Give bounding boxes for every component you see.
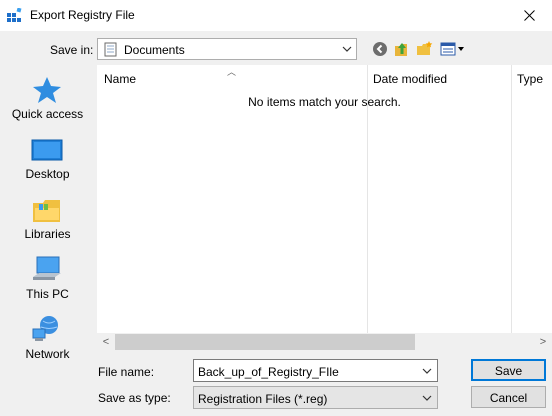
cancel-button[interactable]: Cancel — [471, 386, 546, 408]
column-header-name[interactable]: Name — [104, 65, 136, 89]
chevron-down-icon — [342, 46, 352, 52]
file-list[interactable]: ︿ Name Date modified Type No items match… — [97, 65, 552, 351]
save-in-label: Save in: — [50, 43, 94, 57]
place-label: Network — [25, 347, 70, 361]
back-button[interactable] — [371, 40, 389, 58]
sort-ascending-icon: ︿ — [227, 67, 237, 77]
window-title: Export Registry File — [30, 8, 135, 22]
computer-icon — [33, 256, 61, 280]
place-desktop[interactable]: Desktop — [0, 125, 95, 183]
place-label: Desktop — [25, 167, 70, 181]
place-label: Libraries — [24, 227, 71, 241]
registry-editor-icon — [7, 8, 22, 22]
save-in-value: Documents — [124, 43, 185, 57]
column-header-date-modified[interactable]: Date modified — [373, 65, 447, 89]
network-icon — [32, 316, 58, 341]
place-libraries[interactable]: Libraries — [0, 185, 95, 243]
close-button[interactable] — [506, 0, 552, 31]
file-name-combo[interactable]: Back_up_of_Registry_FIle — [193, 359, 438, 382]
save-as-type-value: Registration Files (*.reg) — [198, 392, 328, 406]
new-folder-icon — [417, 41, 433, 55]
place-this-pc[interactable]: This PC — [0, 245, 95, 303]
horizontal-scrollbar[interactable]: < > — [97, 333, 552, 351]
up-one-level-button[interactable] — [393, 40, 411, 58]
back-arrow-icon — [373, 42, 387, 56]
view-menu-button[interactable] — [440, 40, 468, 58]
place-network[interactable]: Network — [0, 305, 95, 363]
star-icon — [33, 77, 61, 103]
file-name-input[interactable]: Back_up_of_Registry_FIle — [198, 365, 339, 379]
place-label: Quick access — [11, 107, 84, 121]
file-name-label: File name: — [98, 365, 155, 379]
chevron-down-icon[interactable] — [422, 365, 432, 377]
libraries-icon — [33, 200, 60, 222]
title-bar: Export Registry File — [0, 0, 552, 31]
desktop-icon — [31, 139, 63, 161]
view-menu-icon — [440, 42, 464, 56]
empty-list-message: No items match your search. — [248, 95, 401, 109]
place-label: This PC — [26, 287, 69, 301]
up-folder-icon — [395, 43, 407, 56]
save-button[interactable]: Save — [471, 359, 546, 381]
column-header-type[interactable]: Type — [517, 65, 543, 89]
place-quick-access[interactable]: Quick access — [0, 65, 95, 123]
save-as-type-dropdown[interactable]: Registration Files (*.reg) — [193, 386, 438, 409]
save-as-type-label: Save as type: — [98, 391, 171, 405]
documents-folder-icon — [104, 42, 117, 57]
close-icon — [523, 10, 535, 21]
scrollbar-thumb[interactable] — [115, 334, 415, 350]
chevron-down-icon — [422, 395, 432, 401]
new-folder-button[interactable] — [416, 40, 434, 58]
scroll-left-icon[interactable]: < — [99, 335, 113, 349]
scroll-right-icon[interactable]: > — [536, 335, 550, 349]
places-bar: Quick access Desktop Libraries This PC N… — [0, 65, 95, 365]
save-in-dropdown[interactable]: Documents — [97, 38, 357, 60]
